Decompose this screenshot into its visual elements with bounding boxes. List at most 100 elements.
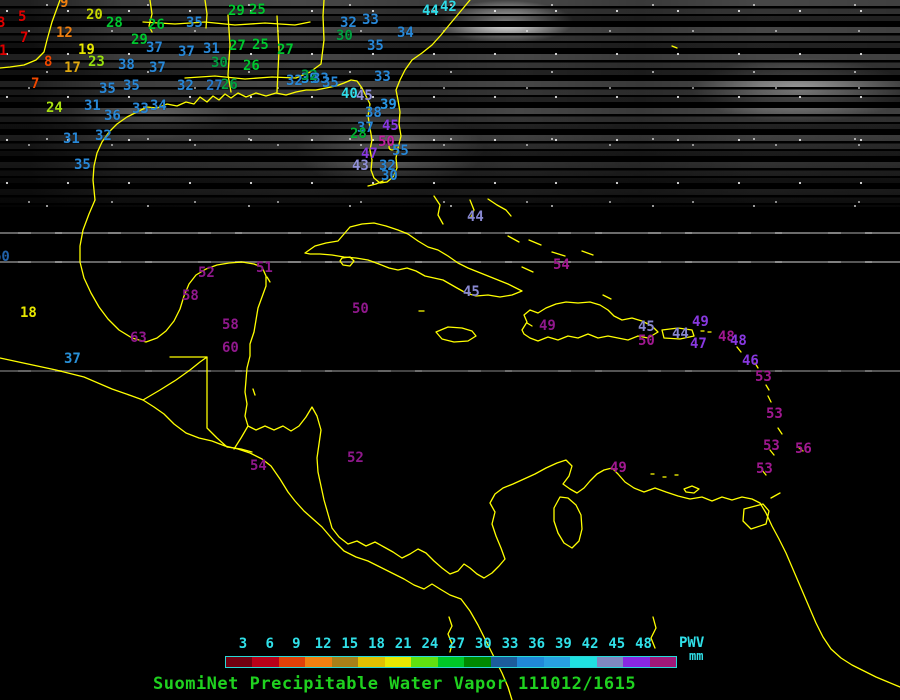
colorbar-segment — [650, 657, 676, 667]
station-value: 30 — [336, 29, 353, 43]
colorbar-segment — [305, 657, 331, 667]
station-value: 3 — [0, 16, 5, 30]
station-value: 49 — [692, 315, 709, 329]
station-value: 9 — [60, 0, 68, 10]
station-value: 35 — [99, 82, 116, 96]
pwv-colorbar — [225, 656, 677, 668]
station-value: 26 — [243, 59, 260, 73]
station-value: 29 — [228, 4, 245, 18]
station-value: 53 — [763, 439, 780, 453]
station-value: 44 — [467, 210, 484, 224]
pwv-map-screen: 3571879121719202324282629292527252726302… — [0, 0, 900, 700]
colorbar-tick-label: 6 — [265, 637, 273, 651]
colorbar-segment — [411, 657, 437, 667]
station-value: 34 — [397, 26, 414, 40]
station-value: 34 — [150, 99, 167, 113]
colorbar-segment — [226, 657, 252, 667]
station-value: 45 — [382, 119, 399, 133]
station-value: 7 — [31, 77, 39, 91]
station-value: 36 — [104, 109, 121, 123]
station-value: 5 — [18, 10, 26, 24]
colorbar-tick-label: 12 — [315, 637, 332, 651]
station-value: 55 — [392, 144, 409, 158]
station-value: 35 — [367, 39, 384, 53]
station-value: 24 — [46, 101, 63, 115]
colorbar-segment — [332, 657, 358, 667]
station-value: 49 — [610, 461, 627, 475]
colorbar-segment — [438, 657, 464, 667]
station-value: 52 — [198, 266, 215, 280]
station-value: 28 — [106, 16, 123, 30]
station-value: 56 — [795, 442, 812, 456]
station-value: 18 — [20, 306, 37, 320]
station-value: 7 — [20, 31, 28, 45]
colorbar-segment — [464, 657, 490, 667]
station-value: 53 — [756, 462, 773, 476]
colorbar-segment — [252, 657, 278, 667]
station-value: 44 — [672, 327, 689, 341]
station-value: 35 — [123, 79, 140, 93]
colorbar-tick-label: 3 — [239, 637, 247, 651]
station-value: 32 — [177, 79, 194, 93]
colorbar-tick-label: 18 — [368, 637, 385, 651]
colorbar-segment — [491, 657, 517, 667]
station-value: 58 — [222, 318, 239, 332]
station-value: 39 — [380, 98, 397, 112]
station-value: 12 — [56, 26, 73, 40]
colorbar-tick-label: 15 — [341, 637, 358, 651]
station-value: 33 — [362, 13, 379, 27]
colorbar-tick-label: 24 — [421, 637, 438, 651]
station-value: 50 — [638, 334, 655, 348]
station-value: 54 — [553, 258, 570, 272]
station-value: 33 — [132, 102, 149, 116]
colorbar-segment — [544, 657, 570, 667]
station-value: 37 — [178, 45, 195, 59]
colorbar-tick-label: 27 — [448, 637, 465, 651]
station-value: 45 — [463, 285, 480, 299]
station-value: 27 — [277, 43, 294, 57]
station-value: 60 — [0, 250, 10, 264]
colorbar-tick-label: 45 — [608, 637, 625, 651]
colorbar-segment — [358, 657, 384, 667]
station-value: 48 — [730, 334, 747, 348]
station-value: 8 — [44, 55, 52, 69]
station-value: 1 — [0, 44, 7, 58]
colorbar-segment — [517, 657, 543, 667]
station-value: 35 — [322, 76, 339, 90]
colorbar-segment — [570, 657, 596, 667]
station-value: 60 — [222, 341, 239, 355]
station-value: 30 — [381, 169, 398, 183]
colorbar-unit-pwv: PWV — [679, 636, 704, 650]
colorbar-tick-label: 42 — [582, 637, 599, 651]
station-value: 37 — [64, 352, 81, 366]
station-value: 63 — [130, 331, 147, 345]
station-value: 43 — [352, 159, 369, 173]
colorbar-segment — [597, 657, 623, 667]
station-value: 25 — [249, 3, 266, 17]
station-value: 52 — [347, 451, 364, 465]
station-value: 58 — [182, 289, 199, 303]
station-value: 38 — [365, 106, 382, 120]
colorbar-unit: PWV mm — [679, 636, 704, 662]
colorbar-tick-label: 21 — [395, 637, 412, 651]
station-value: 23 — [88, 55, 105, 69]
station-value: 31 — [203, 42, 220, 56]
station-value: 46 — [742, 354, 759, 368]
station-value: 47 — [690, 337, 707, 351]
station-value: 45 — [638, 320, 655, 334]
station-value: 31 — [84, 99, 101, 113]
station-value: 42 — [440, 0, 457, 14]
station-value: 50 — [352, 302, 369, 316]
station-value: 38 — [118, 58, 135, 72]
station-value: 25 — [252, 38, 269, 52]
station-value: 26 — [148, 18, 165, 32]
station-value: 53 — [766, 407, 783, 421]
colorbar-tick-labels: 36912151821242730333639424548 — [0, 637, 900, 652]
station-values-layer: 3571879121719202324282629292527252726302… — [0, 0, 900, 700]
station-value: 35 — [186, 16, 203, 30]
colorbar-segment — [385, 657, 411, 667]
station-value: 33 — [374, 70, 391, 84]
station-value: 27 — [229, 39, 246, 53]
station-value: 31 — [63, 132, 80, 146]
station-value: 37 — [146, 41, 163, 55]
